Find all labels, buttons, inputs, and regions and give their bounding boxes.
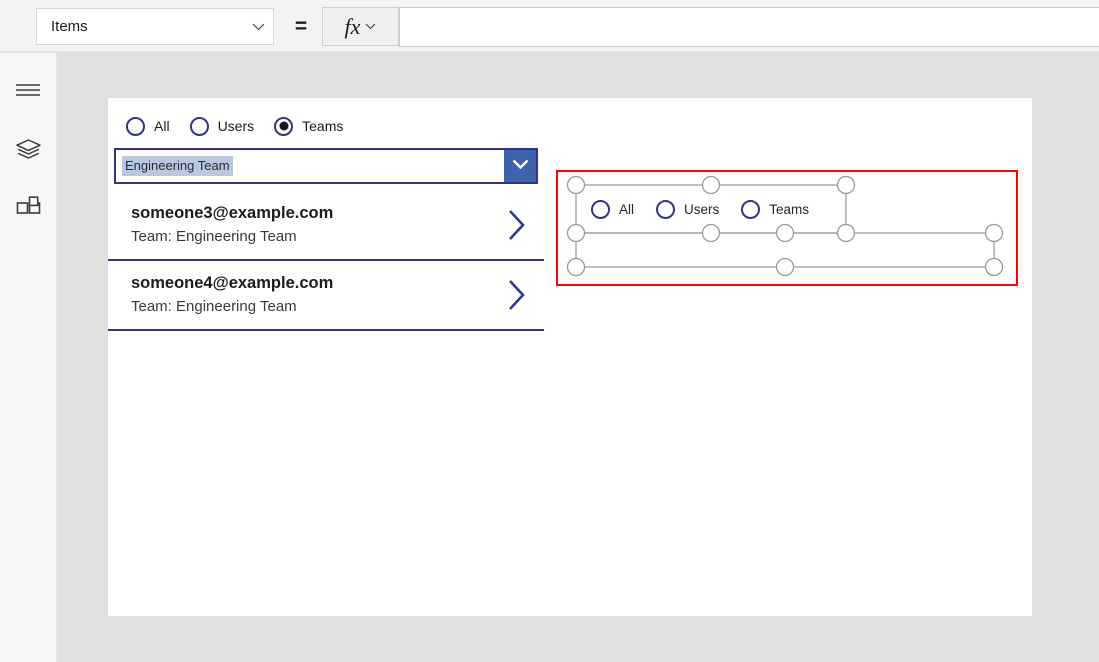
gallery-item-title: someone4@example.com xyxy=(131,274,334,293)
rail-item-tree-view[interactable] xyxy=(0,129,56,175)
property-select-dropdown[interactable]: Items xyxy=(36,8,274,45)
team-dropdown[interactable]: Engineering Team xyxy=(114,148,538,184)
radio-circle-users xyxy=(189,116,209,136)
radio-label-all: All xyxy=(619,202,635,217)
gallery-item[interactable]: someone4@example.com Team: Engineering T… xyxy=(108,261,544,331)
chevron-right-icon[interactable] xyxy=(488,208,544,242)
radio-circle-teams xyxy=(274,116,294,136)
radio-option-teams[interactable]: Teams xyxy=(274,116,344,136)
selected-control-outline[interactable]: All Users Teams xyxy=(556,170,1018,286)
rail-item-menu[interactable] xyxy=(0,69,56,115)
chevron-down-icon xyxy=(243,23,273,31)
radio-label-all: All xyxy=(154,118,170,134)
formula-input[interactable] xyxy=(399,7,1099,47)
left-rail xyxy=(0,53,57,662)
fx-label: fx xyxy=(344,13,361,39)
selected-radio-option-teams[interactable]: Teams xyxy=(741,200,809,219)
chevron-right-icon[interactable] xyxy=(488,278,544,312)
selected-radio-option-users[interactable]: Users xyxy=(656,200,719,219)
gallery-item-subtitle: Team: Engineering Team xyxy=(131,298,297,316)
property-select-value: Items xyxy=(51,18,88,35)
rail-item-insert[interactable] xyxy=(0,188,56,234)
hamburger-menu-icon xyxy=(15,82,41,103)
components-grid-icon xyxy=(16,196,41,226)
equals-sign: = xyxy=(294,14,308,38)
radio-label-users: Users xyxy=(684,202,720,217)
gallery-item-title: someone3@example.com xyxy=(131,204,334,223)
gallery: someone3@example.com Team: Engineering T… xyxy=(108,191,544,331)
selected-radio-group[interactable]: All Users Teams xyxy=(591,200,831,219)
chevron-down-icon xyxy=(365,23,376,30)
radio-label-teams: Teams xyxy=(302,118,344,134)
gallery-item-texts: someone3@example.com Team: Engineering T… xyxy=(108,203,488,246)
radio-circle-all xyxy=(126,116,145,136)
team-dropdown-value: Engineering Team xyxy=(122,155,233,177)
team-dropdown-toggle[interactable] xyxy=(504,150,536,182)
layers-icon xyxy=(15,138,42,167)
radio-label-teams: Teams xyxy=(769,202,810,217)
radio-option-all[interactable]: All xyxy=(126,116,170,136)
radio-circle-users xyxy=(656,200,676,219)
radio-option-users[interactable]: Users xyxy=(189,116,255,136)
chevron-down-icon xyxy=(512,157,529,175)
gallery-item-texts: someone4@example.com Team: Engineering T… xyxy=(108,273,488,316)
team-dropdown-value-wrap: Engineering Team xyxy=(116,150,504,182)
radio-circle-all xyxy=(591,200,610,219)
filter-radio-group[interactable]: All Users Teams xyxy=(126,111,366,141)
gallery-item[interactable]: someone3@example.com Team: Engineering T… xyxy=(108,191,544,261)
selected-radio-option-all[interactable]: All xyxy=(591,200,634,219)
radio-label-users: Users xyxy=(217,118,255,134)
fx-button[interactable]: fx xyxy=(322,7,399,46)
gallery-item-subtitle: Team: Engineering Team xyxy=(131,228,297,246)
radio-circle-teams xyxy=(741,200,761,219)
formula-bar: Items = fx xyxy=(0,0,1099,53)
